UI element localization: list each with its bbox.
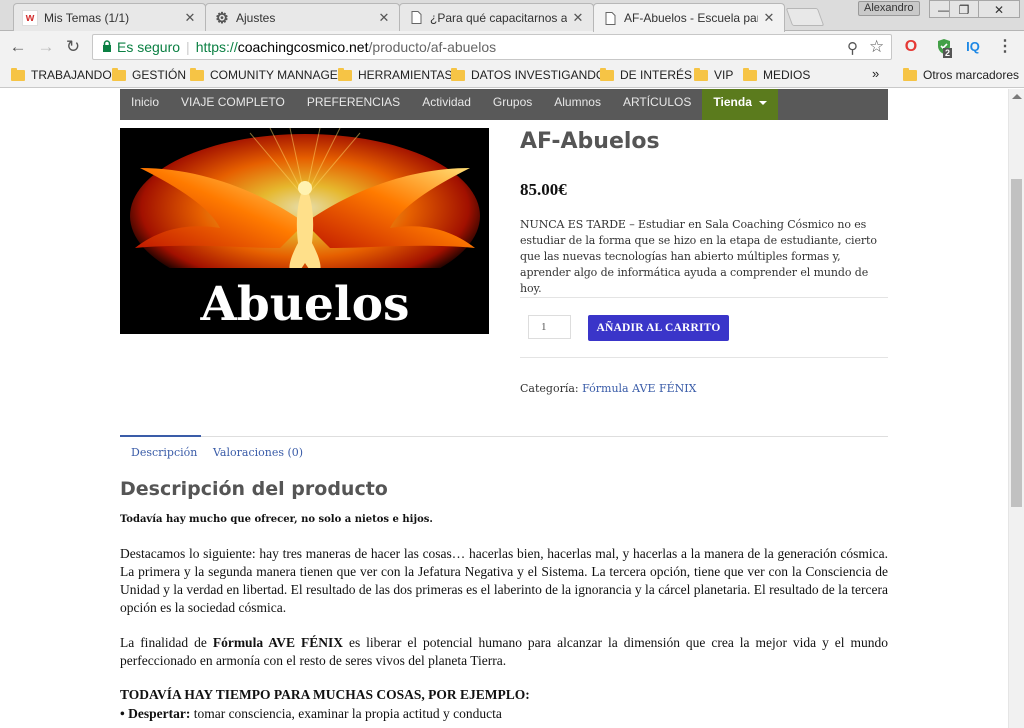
- tab-para-que[interactable]: ¿Para qué capacitarnos aq ✕: [399, 3, 594, 31]
- page-scrollbar[interactable]: [1008, 89, 1024, 728]
- folder-icon: [338, 67, 352, 81]
- nav-articulos[interactable]: ARTÍCULOS: [612, 89, 702, 120]
- bookmark-vip[interactable]: VIP: [694, 67, 733, 82]
- folder-icon: [451, 67, 465, 81]
- page-viewport: Inicio VIAJE COMPLETO PREFERENCIAS Activ…: [0, 89, 1008, 728]
- menu-kebab-icon[interactable]: ⋮: [996, 38, 1014, 56]
- nav-tienda[interactable]: Tienda: [702, 89, 778, 120]
- nav-inicio[interactable]: Inicio: [120, 89, 170, 120]
- tab-title: AF-Abuelos - Escuela para: [624, 11, 758, 25]
- separator: |: [186, 39, 190, 55]
- gear-icon: ⚙: [215, 9, 229, 27]
- close-icon[interactable]: ✕: [762, 11, 776, 25]
- folder-icon: [743, 67, 757, 81]
- formula-name: Fórmula AVE FÉNIX: [212, 635, 343, 650]
- restore-icon[interactable]: ❐: [949, 0, 979, 18]
- tab-title: Ajustes: [236, 10, 276, 25]
- reload-icon[interactable]: ↻: [63, 38, 83, 58]
- site-navigation: Inicio VIAJE COMPLETO PREFERENCIAS Activ…: [120, 89, 888, 120]
- page-icon: [408, 10, 424, 26]
- tab-af-abuelos[interactable]: AF-Abuelos - Escuela para ✕: [593, 3, 785, 32]
- scrollbar-thumb[interactable]: [1011, 179, 1022, 507]
- url-path: /producto/af-abuelos: [368, 39, 497, 55]
- close-icon[interactable]: ✕: [571, 10, 585, 25]
- description-heading: Descripción del producto: [120, 478, 388, 500]
- tabs-divider: [120, 436, 888, 437]
- list-item: • Despertar: tomar consciencia, examinar…: [120, 706, 502, 721]
- secure-label: Es seguro: [117, 39, 181, 55]
- zoom-icon[interactable]: ⚲: [847, 39, 858, 57]
- list-heading: TODAVÍA HAY TIEMPO PARA MUCHAS COSAS, PO…: [120, 687, 530, 702]
- active-tab-indicator: [120, 435, 201, 437]
- description-intro: Todavía hay mucho que ofrecer, no solo a…: [120, 514, 433, 525]
- description-paragraph-1: Destacamos lo siguiente: hay tres manera…: [120, 546, 888, 615]
- close-icon[interactable]: ✕: [377, 10, 391, 25]
- chevron-down-icon: [758, 100, 767, 105]
- divider: [520, 357, 888, 358]
- bookmark-trabajando[interactable]: TRABAJANDO: [11, 67, 112, 82]
- forward-arrow-icon[interactable]: →: [36, 38, 56, 58]
- new-tab-button[interactable]: [785, 8, 825, 26]
- w-site-icon: w: [22, 9, 38, 26]
- folder-icon: [694, 67, 708, 81]
- category-label: Categoría:: [520, 382, 583, 395]
- product-image[interactable]: Abuelos: [120, 128, 489, 334]
- product-category: Categoría: Fórmula AVE FÉNIX: [520, 382, 696, 395]
- bookmark-comunity-mannager[interactable]: COMUNITY MANNAGER: [190, 67, 346, 82]
- scroll-up-arrow-icon[interactable]: [1012, 94, 1022, 99]
- tab-ajustes[interactable]: ⚙ Ajustes ✕: [205, 3, 400, 31]
- lock-icon: [102, 39, 112, 55]
- nav-actividad[interactable]: Actividad: [411, 89, 482, 120]
- extension-badge: 2: [943, 48, 953, 58]
- folder-icon: [600, 67, 614, 81]
- bookmark-datos-investigando[interactable]: DATOS INVESTIGANDO: [451, 67, 605, 82]
- category-link[interactable]: Fórmula AVE FÉNIX: [582, 382, 696, 395]
- add-to-cart-button[interactable]: AÑADIR AL CARRITO: [588, 315, 729, 341]
- nav-grupos[interactable]: Grupos: [482, 89, 543, 120]
- star-icon[interactable]: ☆: [869, 37, 884, 57]
- folder-icon: [112, 67, 126, 81]
- tab-valoraciones[interactable]: Valoraciones (0): [213, 446, 303, 459]
- bookmarks-bar: TRABAJANDO GESTIÓN COMUNITY MANNAGER HER…: [0, 63, 1024, 88]
- profile-name[interactable]: Alexandro: [858, 1, 920, 16]
- page-icon: [602, 10, 618, 26]
- nav-alumnos[interactable]: Alumnos: [543, 89, 612, 120]
- browser-tab-strip: w Mis Temas (1/1) ✕ ⚙ Ajustes ✕ ¿Para qu…: [0, 0, 1024, 32]
- folder-icon: [11, 67, 25, 81]
- nav-viaje-completo[interactable]: VIAJE COMPLETO: [170, 89, 296, 120]
- close-icon[interactable]: ✕: [183, 10, 197, 25]
- tab-title: Mis Temas (1/1): [44, 10, 130, 25]
- address-bar[interactable]: Es seguro | https://coachingcosmico.net /…: [92, 34, 892, 60]
- product-price: 85.00€: [520, 180, 567, 199]
- product-image-text: Abuelos: [199, 277, 409, 332]
- bookmark-de-interes[interactable]: DE INTERÉS: [600, 67, 692, 82]
- description-paragraph-2: La finalidad de Fórmula AVE FÉNIX es lib…: [120, 635, 888, 668]
- bookmark-gestion[interactable]: GESTIÓN: [112, 67, 186, 82]
- tab-title: ¿Para qué capacitarnos aq: [430, 10, 567, 25]
- folder-icon: [903, 67, 917, 81]
- tab-descripcion[interactable]: Descripción: [131, 446, 197, 459]
- divider: [520, 297, 888, 298]
- shield-icon[interactable]: 2: [935, 38, 953, 58]
- back-arrow-icon[interactable]: ←: [8, 38, 28, 58]
- opera-icon[interactable]: O: [902, 38, 920, 56]
- bookmark-herramientas[interactable]: HERRAMIENTAS: [338, 67, 452, 82]
- bookmark-medios[interactable]: MEDIOS: [743, 67, 810, 82]
- bookmark-otros-marcadores[interactable]: Otros marcadores: [903, 67, 1019, 82]
- iq-extension-icon[interactable]: IQ: [964, 38, 982, 56]
- nav-preferencias[interactable]: PREFERENCIAS: [296, 89, 411, 120]
- phoenix-illustration: Abuelos: [120, 128, 489, 334]
- product-title: AF-Abuelos: [520, 129, 660, 154]
- browser-toolbar: ← → ↻ Es seguro | https://coachingcosmic…: [0, 31, 1024, 63]
- bookmarks-overflow-button[interactable]: »: [872, 66, 879, 81]
- window-close-icon[interactable]: ✕: [978, 0, 1020, 18]
- quantity-input[interactable]: 1: [528, 315, 571, 339]
- url-host: coachingcosmico.net: [237, 39, 369, 55]
- folder-icon: [190, 67, 204, 81]
- url-protocol: https://: [195, 39, 238, 55]
- product-short-description: NUNCA ES TARDE – Estudiar en Sala Coachi…: [520, 218, 877, 295]
- nav-tienda-label: Tienda: [713, 95, 752, 109]
- tab-mis-temas[interactable]: w Mis Temas (1/1) ✕: [13, 3, 206, 31]
